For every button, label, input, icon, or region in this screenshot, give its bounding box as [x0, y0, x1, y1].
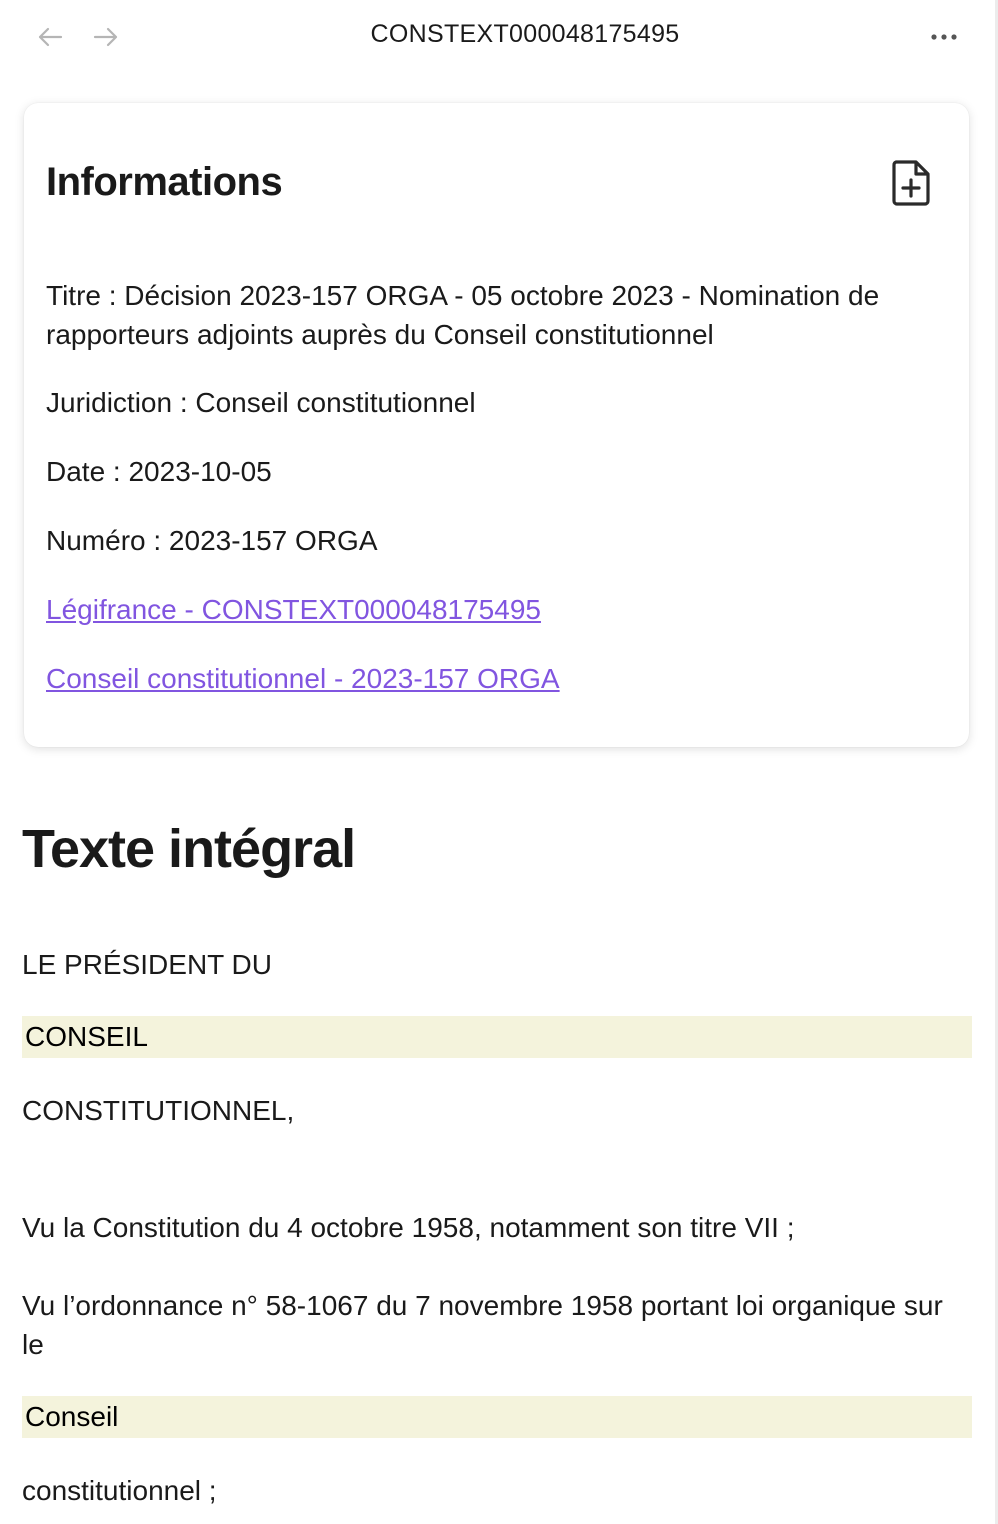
file-plus-icon: [892, 160, 930, 206]
info-date: Date : 2023-10-05: [46, 456, 272, 487]
page-title: CONSTEXT000048175495: [370, 20, 680, 48]
text-paragraph: Vu l’ordonnance n° 58-1067 du 7 novembre…: [22, 1290, 943, 1360]
informations-heading: Informations: [46, 160, 283, 204]
text-paragraph: LE PRÉSIDENT DU: [22, 949, 272, 980]
page: CONSTEXT000048175495 Informations Titre …: [0, 0, 998, 1524]
text-paragraph: constitutionnel ;: [22, 1475, 217, 1506]
top-bar: CONSTEXT000048175495: [0, 0, 995, 74]
full-text-heading: Texte intégral: [22, 819, 356, 879]
info-titre: Titre : Décision 2023-157 ORGA - 05 octo…: [46, 280, 880, 350]
text-paragraph: CONSTITUTIONNEL,: [22, 1095, 295, 1126]
more-horizontal-icon: [931, 34, 957, 40]
more-options-button[interactable]: [926, 22, 962, 52]
info-numero: Numéro : 2023-157 ORGA: [46, 525, 378, 556]
highlighted-text: CONSEIL: [22, 1016, 972, 1058]
conseil-link-row: Conseil constitutionnel - 2023-157 ORGA: [46, 659, 946, 698]
add-document-button[interactable]: [890, 159, 932, 207]
text-paragraph: Vu la Constitution du 4 octobre 1958, no…: [22, 1212, 795, 1243]
info-juridiction: Juridiction : Conseil constitutionnel: [46, 387, 476, 418]
legifrance-link-row: Légifrance - CONSTEXT000048175495: [46, 590, 946, 629]
legifrance-link[interactable]: Légifrance - CONSTEXT000048175495: [46, 594, 541, 625]
conseil-constitutionnel-link[interactable]: Conseil constitutionnel - 2023-157 ORGA: [46, 663, 560, 694]
informations-card: Informations Titre : Décision 2023-157 O…: [24, 103, 969, 747]
highlighted-text: Conseil: [22, 1396, 972, 1438]
